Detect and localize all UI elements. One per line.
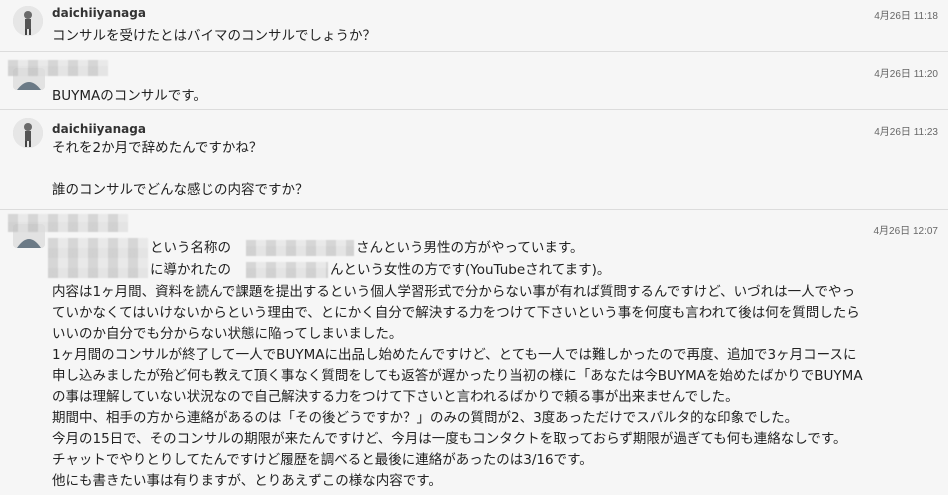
message-text: BUYMAのコンサルです。 bbox=[52, 88, 207, 104]
redacted-text bbox=[246, 262, 328, 278]
message-item: 4月26日 12:07 という名称の さんという男性の方がやっています。 に導か… bbox=[0, 210, 948, 495]
timestamp: 4月26日 11:20 bbox=[874, 69, 938, 80]
sender-name[interactable]: daichiiyanaga bbox=[52, 6, 146, 20]
timestamp: 4月26日 12:07 bbox=[873, 226, 939, 237]
message-text-line: の事は理解していない状況なので自己解決する力をつけて下さいと言われるばかりで頼る… bbox=[52, 389, 739, 405]
message-text-line: に導かれたの bbox=[150, 262, 231, 278]
message-item: 4月26日 11:20 BUYMAのコンサルです。 bbox=[0, 52, 948, 110]
message-text: コンサルを受けたとはバイマのコンサルでしょうか？ bbox=[52, 28, 376, 44]
timestamp: 4月26日 11:23 bbox=[874, 127, 938, 138]
message-item: daichiiyanaga 4月26日 11:23 それを2か月で辞めたんですか… bbox=[0, 110, 948, 210]
message-text-line: んという女性の方です(YouTubeされてます)。 bbox=[330, 262, 611, 278]
redacted-name bbox=[8, 60, 108, 76]
message-text-line: という名称の bbox=[150, 240, 231, 256]
person-photo-icon bbox=[13, 118, 43, 148]
message-text-line: 誰のコンサルでどんな感じの内容ですか？ bbox=[52, 182, 309, 198]
message-text-line: 期間中、相手の方から連絡があるのは「その後どうですか？」のみの質問が2、3度あっ… bbox=[52, 410, 799, 426]
avatar[interactable] bbox=[13, 118, 43, 148]
person-photo-icon bbox=[13, 6, 43, 36]
message-item: daichiiyanaga 4月26日 11:18 コンサルを受けたとはバイマの… bbox=[0, 0, 948, 52]
message-text-line: 今月の15日で、そのコンサルの期限が来たんですけど、今月は一度もコンタクトを取っ… bbox=[52, 431, 847, 447]
redacted-name bbox=[8, 214, 128, 232]
sender-name[interactable]: daichiiyanaga bbox=[52, 122, 146, 136]
message-text-line: 1ヶ月間のコンサルが終了して一人でBUYMAに出品し始めたんですけど、とても一人… bbox=[52, 347, 857, 363]
message-text-line: いいのか自分でも分からない状態に陥ってしまいました。 bbox=[52, 326, 403, 342]
message-text-line: 内容は1ヶ月間、資料を読んで課題を提出するという個人学習形式で分からない事が有れ… bbox=[52, 284, 856, 300]
message-text-line: さんという男性の方がやっています。 bbox=[356, 240, 584, 256]
message-text-line: 他にも書きたい事は有りますが、とりあえずこの様な内容です。 bbox=[52, 473, 442, 489]
message-text-line: ていかなくてはいけないからという理由で、とにかく自分で解決する力をつけて下さいと… bbox=[52, 305, 860, 321]
chat-thread: daichiiyanaga 4月26日 11:18 コンサルを受けたとはバイマの… bbox=[0, 0, 948, 495]
message-text-line: 申し込みましたが殆ど何も教えて頂く事なく質問をしても返答が遅かったり当初の様に「… bbox=[52, 368, 863, 384]
redacted-text bbox=[246, 240, 354, 256]
avatar[interactable] bbox=[13, 6, 43, 36]
message-text-line: それを2か月で辞めたんですかね？ bbox=[52, 140, 263, 156]
redacted-text bbox=[48, 238, 148, 278]
message-text-line: チャットでやりとりしてたんですけど履歴を調べると最後に連絡があったのは3/16で… bbox=[52, 452, 593, 468]
timestamp: 4月26日 11:18 bbox=[874, 11, 938, 22]
